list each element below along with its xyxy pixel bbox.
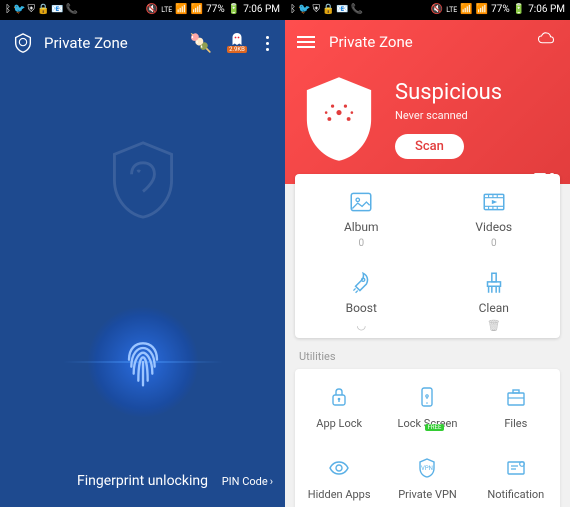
shield-status-icon: ⛨: [312, 5, 320, 15]
mail-icon: 📧: [51, 5, 63, 15]
utilities-header: Utilities: [285, 348, 570, 369]
home-screen: ᛒ 🐦 ⛨ 🔒 📧 📞 🔇 LTE 📶 📶 77% 🔋 7:06 PM Priv…: [285, 0, 570, 507]
battery-pct: 77%: [491, 5, 510, 15]
lockscreen-icon: [413, 383, 441, 411]
clock: 7:06 PM: [243, 5, 280, 15]
utilities-card: App Lock Lock Screen Files Hidden Apps V…: [295, 369, 560, 507]
status-system: 🔇 LTE 📶 📶 77% 🔋 7:06 PM: [431, 5, 565, 15]
boost-tile[interactable]: Boost ◡: [295, 255, 428, 338]
status-notifications: ᛒ 🐦 ⛨ 🔒 📧 📞: [5, 5, 78, 15]
videos-tile[interactable]: Videos 0: [428, 174, 561, 255]
mail-icon: 📧: [336, 5, 348, 15]
shield-watermark-icon: [108, 140, 178, 224]
status-notifications: ᛒ 🐦 ⛨ 🔒 📧 📞: [290, 5, 363, 15]
shield-status-icon: ⛨: [27, 5, 35, 15]
hidden-apps-tile[interactable]: Hidden Apps: [295, 440, 383, 507]
popsicle-icon[interactable]: 🍡: [190, 33, 212, 54]
status-system: 🔇 LTE 📶 📶 77% 🔋 7:06 PM: [146, 5, 280, 15]
applock-tile[interactable]: App Lock: [295, 369, 383, 440]
phone-icon: 📞: [351, 5, 363, 15]
private-vpn-tile[interactable]: VPN FREE Private VPN: [383, 440, 471, 507]
notification-tile[interactable]: Notification: [472, 440, 560, 507]
applock-icon: [325, 383, 353, 411]
security-sub: Never scanned: [395, 109, 502, 122]
cloud-icon[interactable]: [534, 30, 558, 54]
boost-icon: [347, 269, 375, 297]
battery-icon: 🔋: [228, 5, 240, 15]
mute-icon: 🔇: [431, 5, 443, 15]
app-title: Private Zone: [44, 34, 180, 52]
clean-tile[interactable]: Clean 🗑: [428, 255, 561, 338]
scan-shield-icon: [299, 74, 379, 164]
twitter-icon: 🐦: [13, 5, 25, 15]
app-bar-left: Private Zone 🍡 2.9KB: [0, 20, 285, 66]
svg-text:VPN: VPN: [422, 465, 434, 472]
chevron-right-icon: ›: [270, 475, 273, 488]
clock: 7:06 PM: [528, 5, 565, 15]
free-badge: FREE: [425, 424, 445, 431]
mute-icon: 🔇: [146, 5, 158, 15]
files-tile[interactable]: Files: [472, 369, 560, 440]
main-features-card: Album 0 Videos 0 Boost ◡ Clean 🗑: [295, 174, 560, 338]
signal-icon: 📶: [191, 5, 203, 15]
fingerprint-sensor[interactable]: [88, 307, 198, 417]
lte-icon: LTE: [446, 7, 457, 14]
status-bar-right: ᛒ 🐦 ⛨ 🔒 📧 📞 🔇 LTE 📶 📶 77% 🔋 7:06 PM: [285, 0, 570, 20]
trash-icon: 🗑: [487, 319, 501, 332]
lock-screen: ᛒ 🐦 ⛨ 🔒 📧 📞 🔇 LTE 📶 📶 77% 🔋 7:06 PM Priv…: [0, 0, 285, 507]
battery-pct: 77%: [206, 5, 225, 15]
menu-icon[interactable]: [297, 36, 315, 48]
hero-panel: Private Zone Suspicious Never scanned Sc…: [285, 20, 570, 184]
twitter-icon: 🐦: [298, 5, 310, 15]
app-title: Private Zone: [329, 33, 520, 51]
lock-status-icon: 🔒: [322, 5, 334, 15]
wifi-icon: 📶: [175, 5, 187, 15]
fingerprint-label: Fingerprint unlocking: [77, 473, 208, 489]
album-icon: [347, 188, 375, 216]
bluetooth-icon: ᛒ: [5, 5, 11, 15]
phone-icon: 📞: [66, 5, 78, 15]
hidden-apps-icon: [325, 454, 353, 482]
pin-code-link[interactable]: PIN Code ›: [222, 475, 273, 488]
wifi-icon: 📶: [460, 5, 472, 15]
album-tile[interactable]: Album 0: [295, 174, 428, 255]
signal-icon: 📶: [476, 5, 488, 15]
fingerprint-icon: [106, 325, 180, 399]
lte-icon: LTE: [161, 7, 172, 14]
files-icon: [502, 383, 530, 411]
status-bar-left: ᛒ 🐦 ⛨ 🔒 📧 📞 🔇 LTE 📶 📶 77% 🔋 7:06 PM: [0, 0, 285, 20]
vpn-icon: VPN: [413, 454, 441, 482]
notification-icon: [502, 454, 530, 482]
bluetooth-icon: ᛒ: [290, 5, 296, 15]
ghost-usage-icon[interactable]: 2.9KB: [226, 30, 248, 56]
scan-button[interactable]: Scan: [395, 134, 464, 159]
ghost-usage-label: 2.9KB: [227, 46, 247, 53]
more-menu-icon[interactable]: [262, 32, 273, 55]
battery-icon: 🔋: [513, 5, 525, 15]
app-logo-lion-icon: [12, 32, 34, 54]
clean-icon: [480, 269, 508, 297]
gauge-icon: ◡: [356, 319, 366, 332]
lock-status-icon: 🔒: [37, 5, 49, 15]
security-status: Suspicious: [395, 80, 502, 105]
videos-icon: [480, 188, 508, 216]
